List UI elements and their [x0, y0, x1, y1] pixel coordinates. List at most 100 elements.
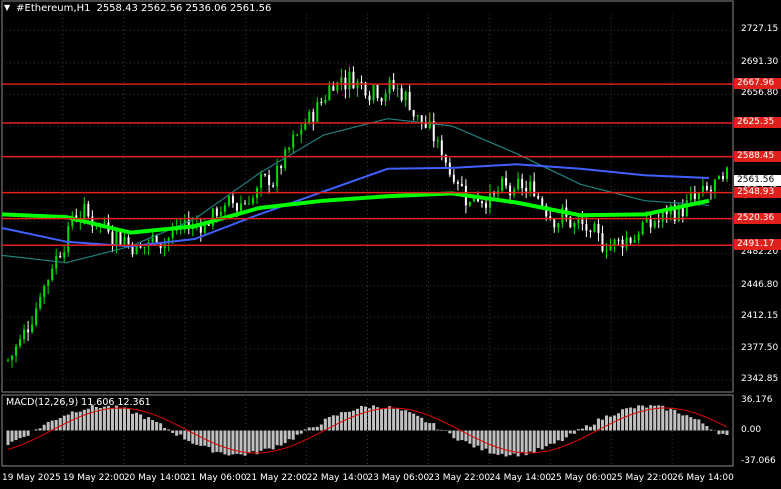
candle-body — [721, 176, 724, 180]
candle-body — [705, 185, 708, 190]
candle-body — [264, 174, 267, 176]
candle-body — [468, 201, 471, 206]
candle-body — [657, 221, 660, 223]
candle-body — [480, 201, 483, 204]
macd-axis-label: 0.00 — [741, 424, 762, 435]
candle-body — [412, 109, 415, 117]
candle-body — [380, 98, 383, 102]
candle-body — [605, 250, 608, 252]
candle-body — [27, 329, 30, 333]
candle-body — [416, 115, 419, 117]
candle-body — [308, 111, 311, 123]
candle-body — [23, 329, 26, 340]
candle-body — [87, 203, 90, 217]
candle-body — [577, 219, 580, 223]
candle-body — [717, 176, 720, 180]
candle-body — [629, 237, 632, 243]
candle-body — [135, 246, 138, 255]
candle-body — [356, 81, 359, 89]
chart-canvas[interactable] — [0, 0, 781, 489]
candle-body — [533, 181, 536, 197]
time-axis-label: 23 May 22:00 — [428, 473, 491, 483]
candle-body — [709, 189, 712, 192]
candle-body — [235, 203, 238, 211]
price-axis-label: 2342.85 — [741, 374, 779, 385]
candle-body — [384, 93, 387, 102]
level-tag: 2491.17 — [734, 239, 781, 251]
time-axis-label: 19 May 22:00 — [62, 473, 125, 483]
candle-body — [252, 198, 255, 204]
candle-body — [219, 211, 222, 216]
price-axis-label: 2412.15 — [741, 311, 779, 322]
candle-body — [272, 185, 275, 187]
candle-body — [243, 203, 246, 205]
candle-body — [625, 237, 628, 248]
candle-body — [280, 165, 283, 169]
candle-body — [312, 111, 315, 122]
time-axis-label: 23 May 06:00 — [367, 473, 430, 483]
price-axis-label: 2377.50 — [741, 342, 779, 353]
candle-body — [63, 252, 66, 258]
candle-body — [553, 219, 556, 228]
candle-body — [43, 285, 46, 297]
candle-body — [340, 77, 343, 83]
candle-body — [653, 221, 656, 228]
candle-body — [388, 80, 391, 94]
candle-body — [509, 185, 512, 196]
candle-body — [83, 203, 86, 219]
candle-body — [139, 246, 142, 248]
candle-body — [7, 359, 10, 361]
candle-body — [404, 91, 407, 101]
level-tag: 2588.45 — [734, 150, 781, 162]
candle-body — [320, 102, 323, 104]
macd-label: MACD(12,26,9) 11.606 12.361 — [6, 397, 151, 408]
candle-body — [689, 193, 692, 201]
time-axis-label: 26 May 14:00 — [672, 473, 734, 483]
candle-body — [529, 181, 532, 192]
candle-body — [15, 346, 18, 356]
current-price-tag: 2561.56 — [734, 175, 781, 187]
candle-body — [597, 223, 600, 233]
candle-body — [685, 200, 688, 217]
candle-body — [260, 174, 263, 188]
candle-body — [207, 224, 210, 226]
candle-body — [39, 296, 42, 309]
candle-body — [517, 178, 520, 190]
collapse-arrow-icon[interactable]: ▼ — [4, 3, 10, 14]
candle-body — [67, 225, 70, 253]
candle-body — [35, 308, 38, 325]
candle-body — [585, 224, 588, 231]
candle-body — [573, 222, 576, 228]
candle-body — [617, 239, 620, 241]
candle-body — [268, 174, 271, 186]
candle-body — [581, 219, 584, 225]
symbol-label: #Ethereum,H1 — [16, 3, 91, 14]
candle-body — [368, 95, 371, 101]
candle-body — [725, 167, 728, 180]
candle-body — [348, 71, 351, 90]
candle-body — [396, 88, 399, 90]
candle-body — [288, 147, 291, 150]
level-tag: 2625.35 — [734, 116, 781, 128]
candle-body — [276, 165, 279, 187]
candle-body — [11, 355, 14, 360]
candle-body — [51, 268, 54, 280]
price-axis-label: 2446.80 — [741, 279, 779, 290]
time-axis-label: 21 May 22:00 — [245, 473, 308, 483]
candle-body — [111, 231, 114, 246]
candle-body — [59, 255, 62, 258]
candle-body — [649, 218, 652, 228]
candle-body — [641, 222, 644, 235]
candle-body — [19, 339, 22, 347]
candle-body — [239, 203, 242, 211]
time-axis-label: 22 May 14:00 — [306, 473, 369, 483]
candle-body — [332, 85, 335, 91]
candle-body — [440, 140, 443, 156]
candle-body — [115, 231, 118, 246]
candle-body — [215, 208, 218, 216]
candle-body — [460, 183, 463, 186]
candle-body — [452, 174, 455, 182]
price-axis-label: 2656.80 — [741, 88, 779, 99]
candle-body — [589, 230, 592, 233]
candle-body — [328, 85, 331, 100]
